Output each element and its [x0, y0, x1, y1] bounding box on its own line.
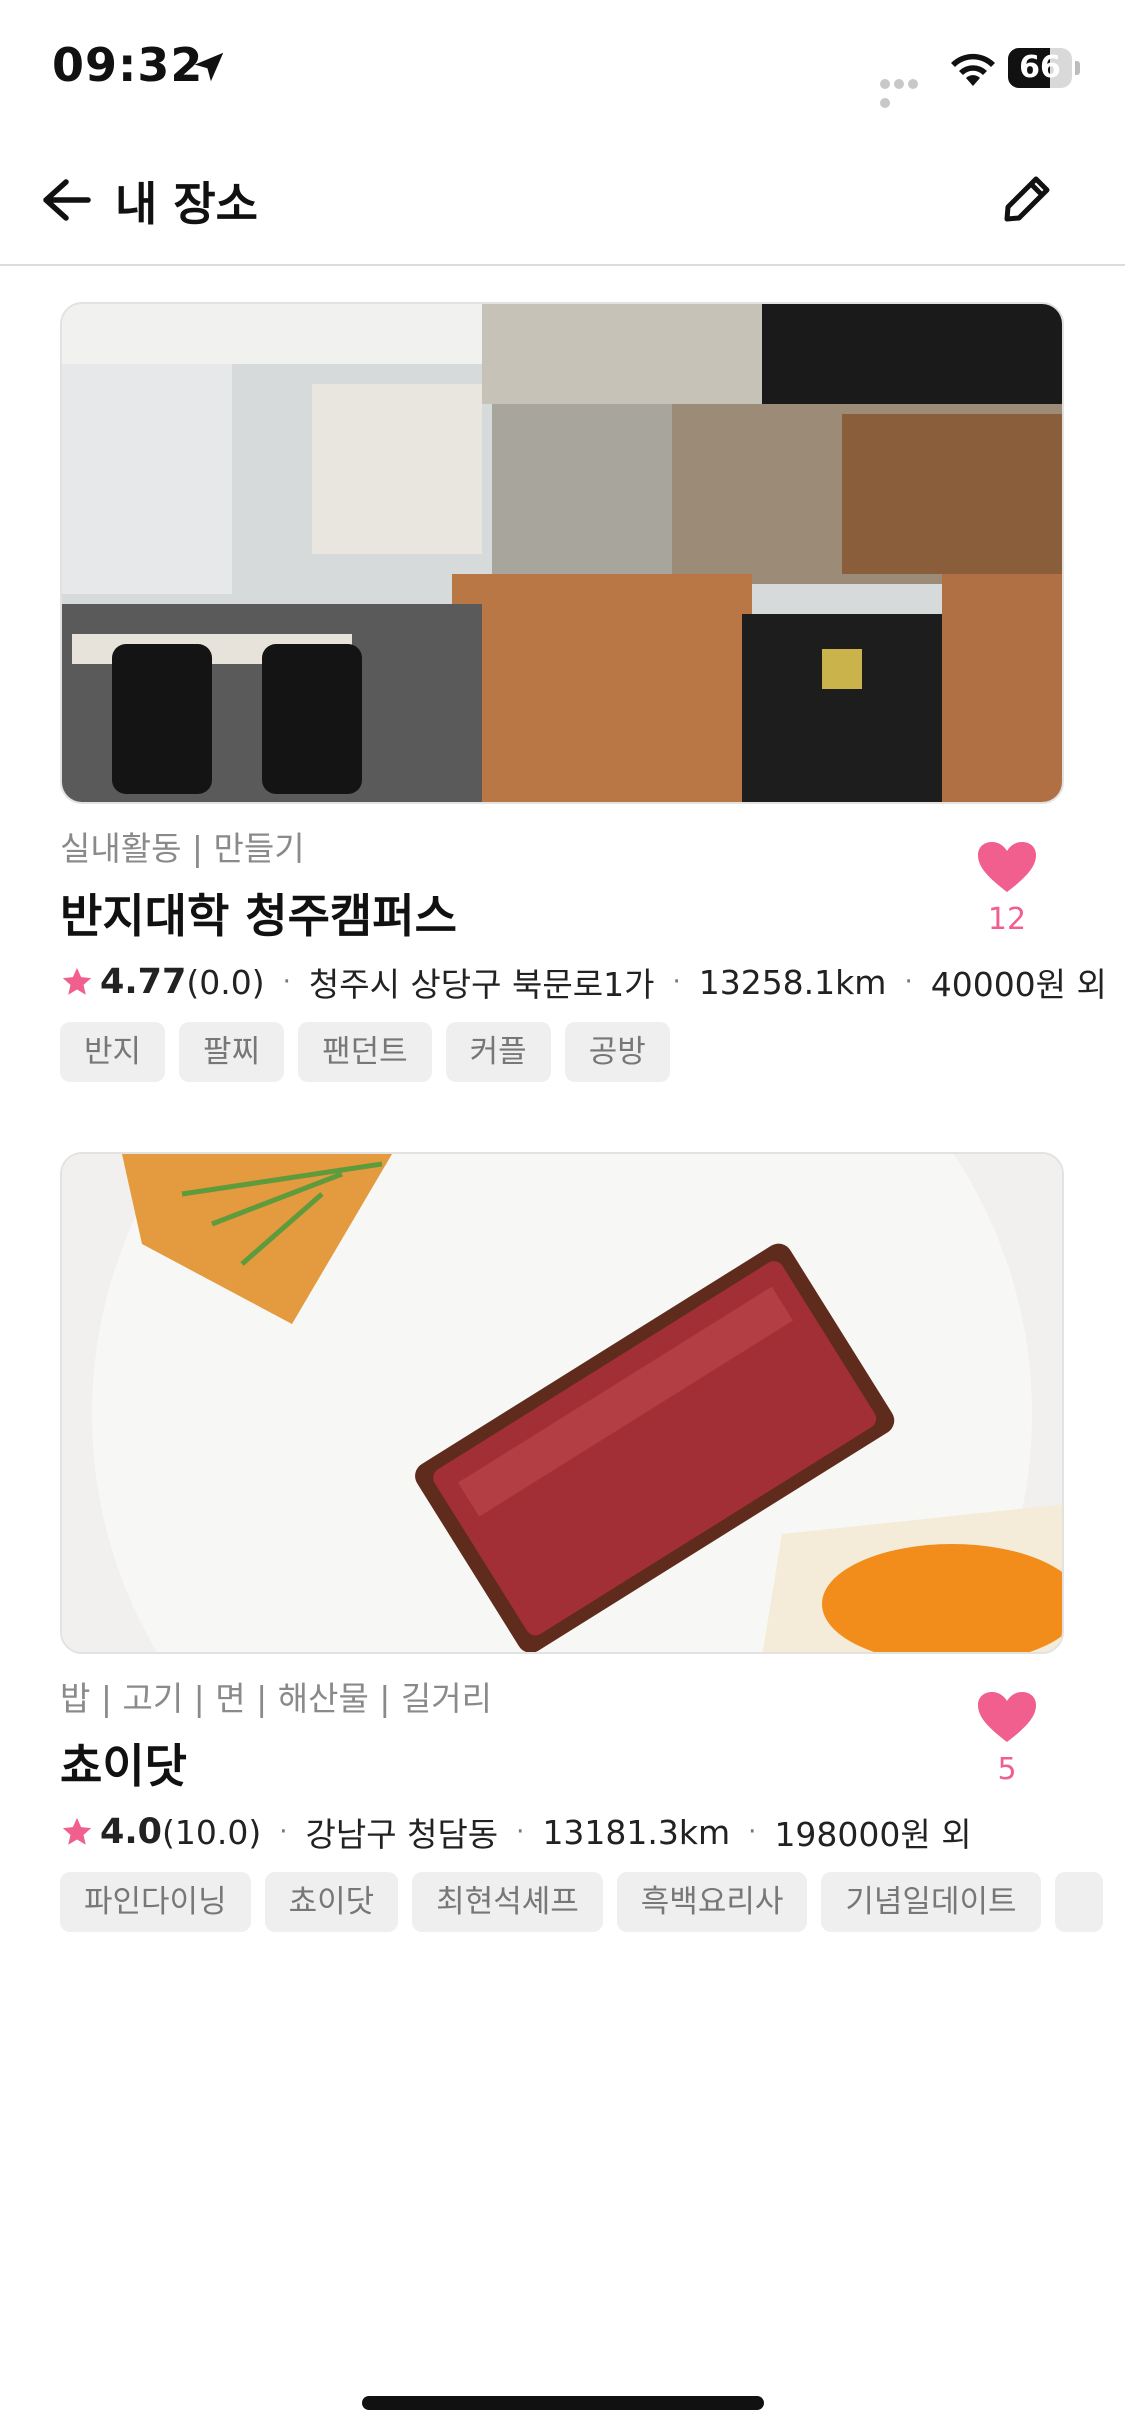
- place-category: 밥 | 고기 | 면 | 해산물 | 길거리: [60, 1679, 492, 1718]
- star-icon: [62, 1817, 92, 1845]
- back-button[interactable]: [36, 170, 96, 230]
- status-time: 09:32: [52, 38, 204, 92]
- place-distance: 13258.1km: [698, 962, 887, 1002]
- heart-icon: [978, 1692, 1036, 1742]
- edit-button[interactable]: [998, 168, 1058, 228]
- place-category: 실내활동 | 만들기: [60, 829, 305, 868]
- like-count: 12: [987, 902, 1027, 937]
- header: 내 장소: [0, 140, 1125, 266]
- page-title: 내 장소: [115, 177, 258, 231]
- tag-chip[interactable]: 팬던트: [298, 1022, 432, 1082]
- wifi-icon: [951, 53, 995, 86]
- tag-chip[interactable]: 최현석셰프: [412, 1872, 603, 1932]
- tag-list: 파인다이닝 쵸이닷 최현석셰프 흑백요리사 기념일데이트: [60, 1872, 1117, 1932]
- battery-icon: 66: [1008, 48, 1080, 88]
- tag-chip[interactable]: 팔찌: [179, 1022, 285, 1082]
- tag-chip[interactable]: 반지: [60, 1022, 166, 1082]
- tag-chip[interactable]: 커플: [445, 1022, 551, 1082]
- signal-icon: [880, 74, 934, 108]
- location-arrow-icon: [194, 52, 224, 82]
- review-score: (0.0): [186, 962, 265, 1002]
- place-address: 청주시 상당구 북문로1가: [308, 965, 655, 1004]
- tag-chip[interactable]: 공방: [564, 1022, 670, 1082]
- place-address: 강남구 청담동: [305, 1815, 499, 1854]
- arrow-left-icon: [43, 179, 91, 221]
- rating-value: 4.77: [100, 962, 187, 1002]
- tag-chip[interactable]: 쵸이닷: [264, 1872, 399, 1932]
- screen: 09:32 66 내 장소 실내활동 | 만들기 반지대학 청주캠퍼스 12 4…: [0, 0, 1125, 2436]
- place-name[interactable]: 쵸이닷: [60, 1730, 187, 1796]
- battery-percent: 66: [1019, 50, 1061, 85]
- status-bar: 09:32 66: [0, 0, 1125, 140]
- place-name[interactable]: 반지대학 청주캠퍼스: [60, 880, 457, 946]
- place-distance: 13181.3km: [542, 1812, 731, 1852]
- like-count: 5: [997, 1752, 1017, 1787]
- place-price: 40000원 외: [930, 965, 1107, 1004]
- place-image[interactable]: [60, 1152, 1064, 1654]
- review-score: (10.0): [162, 1812, 262, 1852]
- home-indicator[interactable]: [362, 2396, 764, 2410]
- like-button[interactable]: 5: [972, 1690, 1042, 1787]
- tag-chip[interactable]: 기념일데이트: [821, 1872, 1041, 1932]
- heart-icon: [978, 842, 1036, 892]
- tag-list: 반지 팔찌 팬던트 커플 공방: [60, 1022, 684, 1082]
- place-price: 198000원 외: [774, 1815, 972, 1854]
- tag-chip[interactable]: [1054, 1872, 1103, 1932]
- place-meta: 4.77 (0.0) · 청주시 상당구 북문로1가 · 13258.1km ·…: [60, 960, 1107, 1004]
- tag-chip[interactable]: 파인다이닝: [60, 1872, 251, 1932]
- star-icon: [62, 967, 92, 995]
- rating-value: 4.0: [100, 1812, 163, 1852]
- place-meta: 4.0 (10.0) · 강남구 청담동 · 13181.3km · 19800…: [60, 1810, 972, 1854]
- tag-chip[interactable]: 흑백요리사: [616, 1872, 808, 1932]
- like-button[interactable]: 12: [972, 840, 1042, 937]
- pencil-icon: [1004, 176, 1050, 222]
- place-image[interactable]: [60, 302, 1064, 804]
